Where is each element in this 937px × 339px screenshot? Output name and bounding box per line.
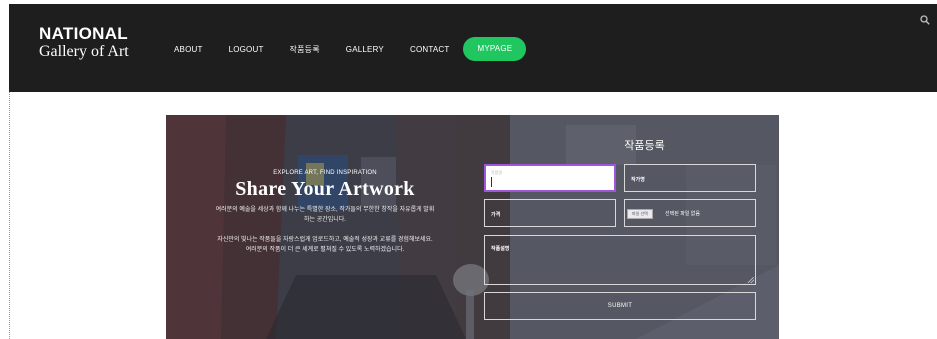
brand-line-1: NATIONAL xyxy=(39,24,128,43)
nav-gallery[interactable]: GALLERY xyxy=(346,45,384,54)
hero-section: EXPLORE ART, FIND INSPIRATION Share Your… xyxy=(166,115,779,339)
main-nav: ABOUT LOGOUT 작품등록 GALLERY CONTACT MYPAGE xyxy=(174,37,552,61)
form-title: 작품등록 xyxy=(624,140,665,152)
site-logo[interactable]: NATIONAL Gallery of Art xyxy=(39,25,129,61)
artwork-title-placeholder: 작품명 xyxy=(491,170,503,175)
nav-contact[interactable]: CONTACT xyxy=(410,45,449,54)
hero-description-2: 자신만의 빛나는 작품들을 자랑스럽게 업로드하고, 예술적 성장과 교류를 경… xyxy=(178,235,472,255)
hero-text: EXPLORE ART, FIND INSPIRATION Share Your… xyxy=(178,170,472,265)
nav-about[interactable]: ABOUT xyxy=(174,45,203,54)
hero-tagline: EXPLORE ART, FIND INSPIRATION xyxy=(273,170,377,176)
description-label: 작품설명 xyxy=(491,246,510,252)
site-header: NATIONAL Gallery of Art ABOUT LOGOUT 작품등… xyxy=(9,4,937,92)
choose-file-button[interactable]: 파일 선택 xyxy=(627,209,653,219)
file-input: 파일 선택 선택된 파일 없음 xyxy=(624,199,756,227)
text-caret xyxy=(491,177,492,187)
price-input[interactable]: 가격 xyxy=(484,199,616,227)
resize-handle-icon[interactable] xyxy=(748,277,754,283)
hero-desc-line-4: 여러분의 작품이 더 큰 세계로 펼쳐질 수 있도록 노력하겠습니다. xyxy=(245,247,405,253)
page-left-border xyxy=(9,92,10,339)
artwork-title-input[interactable]: 작품명 xyxy=(484,164,616,192)
price-label: 가격 xyxy=(491,212,501,218)
nav-mypage[interactable]: MYPAGE xyxy=(463,37,527,61)
hero-title: Share Your Artwork xyxy=(235,178,415,200)
hero-desc-line-1: 여러분의 예술을 세상과 함께 나누는 특별한 장소, 작가들의 무한한 창작을… xyxy=(215,207,435,213)
hero-description: 여러분의 예술을 세상과 함께 나누는 특별한 장소, 작가들의 무한한 창작을… xyxy=(178,205,472,225)
search-icon[interactable] xyxy=(920,15,930,25)
nav-logout[interactable]: LOGOUT xyxy=(229,45,264,54)
no-file-selected-text: 선택된 파일 없음 xyxy=(665,211,700,217)
brand-line-2: Gallery of Art xyxy=(39,43,129,60)
nav-register-artwork[interactable]: 작품등록 xyxy=(290,44,320,55)
submit-button[interactable]: SUBMIT xyxy=(484,292,756,320)
hero-desc-line-2: 하는 공간입니다. xyxy=(304,217,346,223)
artist-name-input[interactable]: 작가명 xyxy=(624,164,756,192)
artist-name-label: 작가명 xyxy=(631,177,645,183)
description-textarea[interactable]: 작품설명 xyxy=(484,235,756,285)
hero-desc-line-3: 자신만의 빛나는 작품들을 자랑스럽게 업로드하고, 예술적 성장과 교류를 경… xyxy=(217,237,433,243)
